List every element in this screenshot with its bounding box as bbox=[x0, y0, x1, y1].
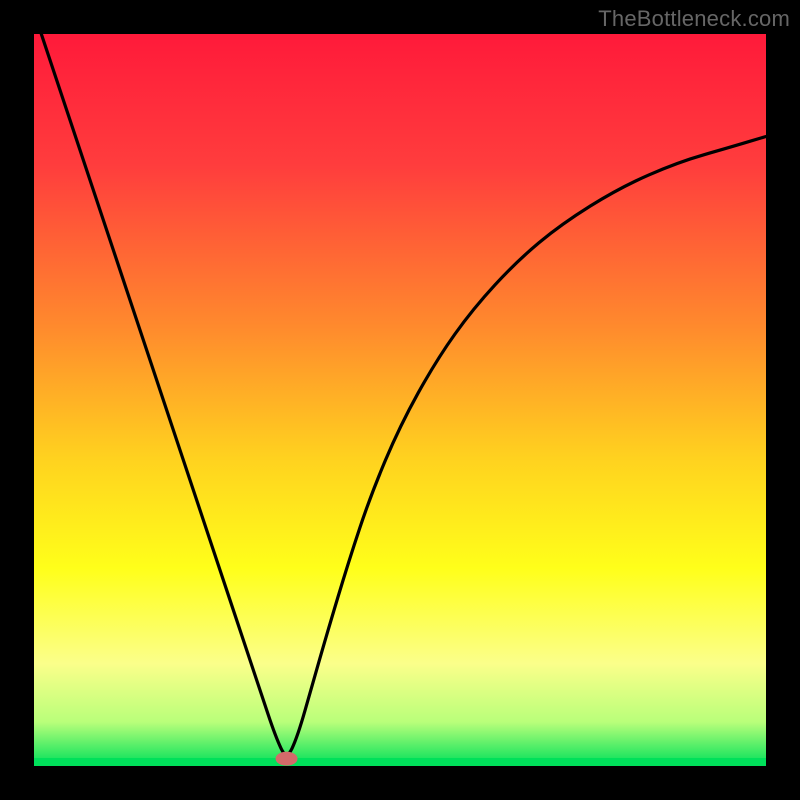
gradient-background bbox=[34, 34, 766, 766]
plot-area bbox=[34, 34, 766, 766]
baseline-strip bbox=[34, 758, 766, 766]
optimum-marker bbox=[276, 752, 298, 766]
chart-svg bbox=[34, 34, 766, 766]
watermark-text: TheBottleneck.com bbox=[598, 6, 790, 32]
chart-frame: TheBottleneck.com bbox=[0, 0, 800, 800]
